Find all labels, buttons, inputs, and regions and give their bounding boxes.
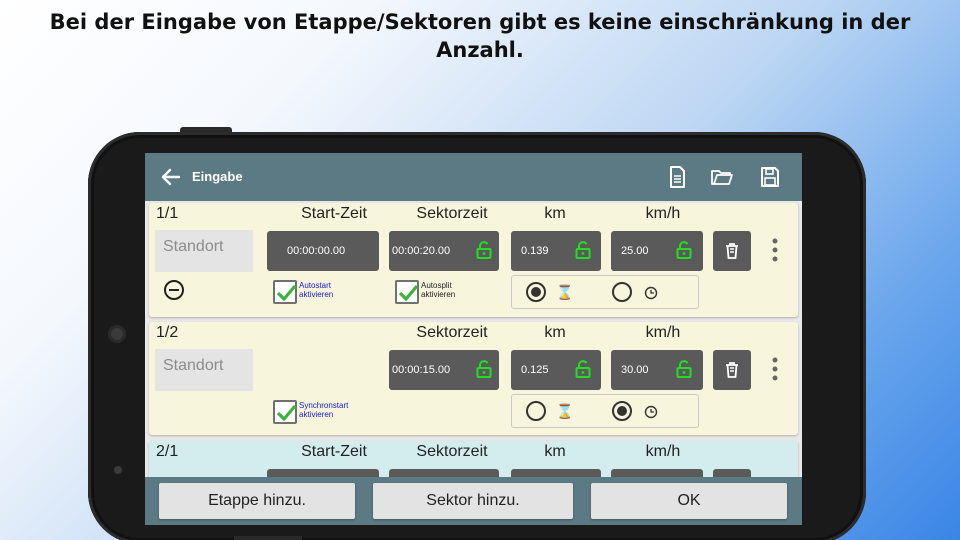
col-head-sektor: Sektorzeit — [416, 205, 488, 222]
row-id: 2/1 — [156, 443, 179, 460]
mode-radio-group: ⌛ — [511, 394, 699, 428]
col-head-km: km — [544, 324, 566, 341]
checkmark-icon — [398, 284, 419, 302]
app-bar: Eingabe — [145, 153, 802, 201]
phone-camera — [108, 325, 126, 343]
delete-button[interactable] — [713, 231, 751, 271]
row-id: 1/1 — [156, 205, 179, 222]
hourglass-icon: ⌛ — [556, 284, 574, 300]
start-time-value: 00:00:00.00 — [287, 245, 346, 257]
phone-sensor — [114, 466, 122, 474]
unlock-icon[interactable] — [476, 241, 492, 259]
kmh-field[interactable]: 30.00 — [611, 350, 703, 390]
delete-button[interactable] — [713, 350, 751, 390]
kmh-value: 25.00 — [621, 245, 649, 257]
hourglass-radio[interactable] — [526, 401, 546, 421]
col-head-km: km — [544, 205, 566, 222]
checkmark-icon — [276, 284, 297, 302]
kmh-value: 30.00 — [621, 364, 649, 376]
clock-icon — [644, 286, 658, 300]
more-vert-icon[interactable] — [772, 237, 778, 263]
hourglass-radio[interactable] — [526, 282, 546, 302]
trash-icon — [726, 362, 738, 378]
sektorzeit-value: 00:00:20.00 — [392, 245, 451, 257]
col-head-km: km — [544, 443, 566, 460]
checkmark-icon — [276, 404, 297, 422]
clock-radio[interactable] — [612, 282, 632, 302]
col-head-kmh: km/h — [645, 443, 681, 460]
trash-icon — [726, 243, 738, 259]
km-value: 0.125 — [521, 364, 549, 376]
col-head-kmh: km/h — [645, 324, 681, 341]
more-vert-icon[interactable] — [772, 356, 778, 382]
mode-radio-group: ⌛ — [511, 275, 699, 309]
autosplit-label: Autosplit aktivieren — [421, 281, 456, 299]
minus-circle-icon[interactable] — [163, 279, 185, 301]
headline-line1: Bei der Eingabe von Etappe/Sektoren gibt… — [49, 10, 911, 34]
hourglass-icon: ⌛ — [556, 403, 574, 419]
autostart-checkbox[interactable] — [273, 280, 297, 304]
ok-button[interactable]: OK — [591, 483, 787, 519]
bottom-bar: Etappe hinzu. Sektor hinzu. OK — [145, 477, 802, 525]
app-screen: Eingabe 1/1 Start-Zeit Sektorzeit km km/… — [145, 153, 802, 525]
back-arrow-icon[interactable] — [159, 165, 183, 189]
row-card-1-2: 1/2 Sektorzeit km km/h Standort 00:00:15… — [149, 322, 798, 435]
clock-icon — [644, 405, 658, 419]
col-head-sektor: Sektorzeit — [416, 443, 488, 460]
standort-field[interactable]: Standort — [155, 230, 253, 272]
unlock-icon[interactable] — [575, 360, 591, 378]
synchronstart-label: Synchronstart aktivieren — [299, 401, 349, 419]
start-time-field[interactable]: 00:00:00.00 — [267, 231, 379, 271]
km-value: 0.139 — [521, 245, 549, 257]
autostart-label: Autostart aktivieren — [299, 281, 334, 299]
autosplit-checkbox[interactable] — [395, 280, 419, 304]
unlock-icon[interactable] — [476, 360, 492, 378]
clock-radio[interactable] — [612, 401, 632, 421]
synchronstart-checkbox[interactable] — [273, 400, 297, 424]
col-head-start: Start-Zeit — [301, 205, 367, 222]
phone-volume-button — [234, 536, 302, 540]
km-field[interactable]: 0.139 — [511, 231, 601, 271]
col-head-start: Start-Zeit — [301, 443, 367, 460]
kmh-field[interactable]: 25.00 — [611, 231, 703, 271]
save-icon[interactable] — [758, 165, 782, 189]
add-etappe-button[interactable]: Etappe hinzu. — [159, 483, 355, 519]
add-sektor-button[interactable]: Sektor hinzu. — [373, 483, 573, 519]
row-card-1-1: 1/1 Start-Zeit Sektorzeit km km/h Stando… — [149, 203, 798, 317]
standort-field[interactable]: Standort — [155, 349, 253, 391]
headline-line2: Anzahl. — [436, 38, 524, 62]
unlock-icon[interactable] — [676, 360, 692, 378]
document-icon[interactable] — [665, 165, 689, 189]
col-head-sektor: Sektorzeit — [416, 324, 488, 341]
folder-open-icon[interactable] — [710, 165, 734, 189]
sektorzeit-value: 00:00:15.00 — [392, 364, 451, 376]
headline: Bei der Eingabe von Etappe/Sektoren gibt… — [0, 8, 960, 64]
row-id: 1/2 — [156, 324, 179, 341]
col-head-kmh: km/h — [645, 205, 681, 222]
sektorzeit-field[interactable]: 00:00:15.00 — [389, 350, 499, 390]
app-bar-title: Eingabe — [192, 169, 243, 184]
sektorzeit-field[interactable]: 00:00:20.00 — [389, 231, 499, 271]
unlock-icon[interactable] — [676, 241, 692, 259]
km-field[interactable]: 0.125 — [511, 350, 601, 390]
unlock-icon[interactable] — [575, 241, 591, 259]
